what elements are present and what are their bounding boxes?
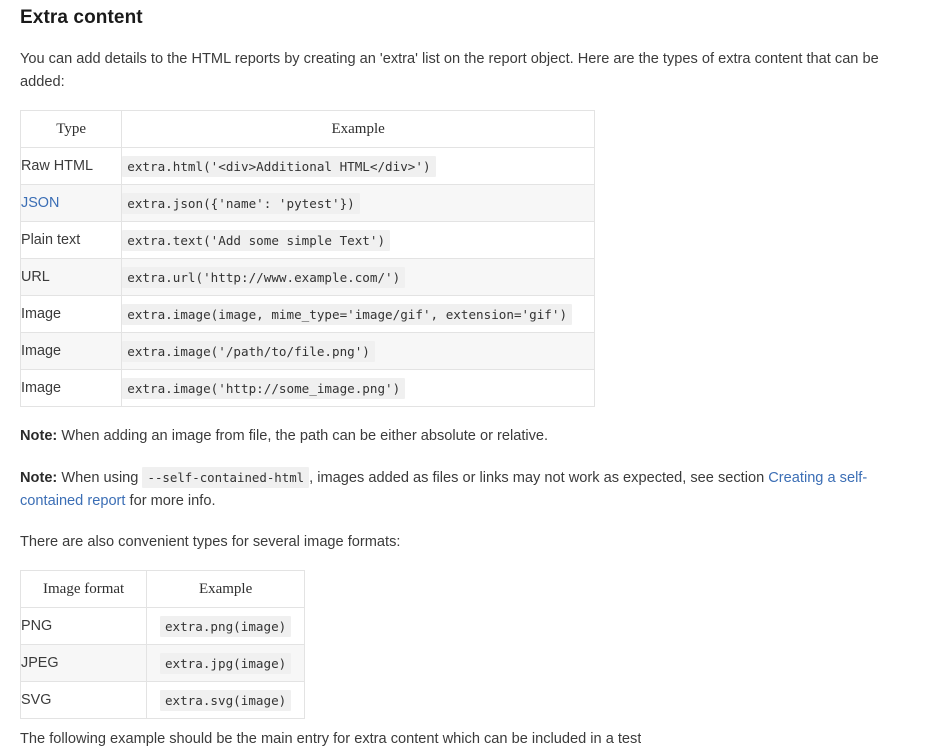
note-paragraph-two: Note: When using --self-contained-html, …: [20, 466, 890, 513]
cell-type: Plain text: [19, 221, 123, 259]
table-row: JSON extra.json({'name': 'pytest'}): [19, 184, 595, 222]
code-chip: extra.svg(image): [159, 689, 292, 711]
code-chip: extra.image(image, mime_type='image/gif'…: [122, 303, 573, 325]
cell-example: extra.image(image, mime_type='image/gif'…: [121, 295, 595, 333]
cell-example: extra.image('http://some_image.png'): [121, 369, 595, 407]
code-chip: extra.image('/path/to/file.png'): [122, 340, 375, 362]
code-chip: extra.json({'name': 'pytest'}): [122, 192, 360, 214]
cell-example: extra.svg(image): [146, 681, 305, 719]
cell-type: Raw HTML: [19, 147, 123, 185]
column-header-example: Example: [121, 110, 595, 148]
document-page: Extra content You can add details to the…: [0, 6, 947, 747]
table-row: Image extra.image(image, mime_type='imag…: [19, 295, 595, 333]
cell-example: extra.text('Add some simple Text'): [121, 221, 595, 259]
code-chip: extra.jpg(image): [159, 652, 292, 674]
cell-example: extra.url('http://www.example.com/'): [121, 258, 595, 296]
cell-type: JSON: [19, 184, 123, 222]
table-row: Plain text extra.text('Add some simple T…: [19, 221, 595, 259]
code-chip: extra.text('Add some simple Text'): [122, 229, 391, 251]
cell-type: Image: [19, 369, 123, 407]
note-text-middle: , images added as files or links may not…: [309, 470, 769, 486]
table-row: PNG extra.png(image): [19, 607, 305, 645]
table-row: URL extra.url('http://www.example.com/'): [19, 258, 595, 296]
code-chip: extra.html('<div>Additional HTML</div>'): [122, 155, 436, 177]
table-row: Image extra.image('/path/to/file.png'): [19, 332, 595, 370]
cell-format: JPEG: [19, 644, 148, 682]
code-chip: extra.png(image): [159, 615, 292, 637]
cell-type: Image: [19, 295, 123, 333]
cell-example: extra.image('/path/to/file.png'): [121, 332, 595, 370]
column-header-type: Type: [19, 110, 123, 148]
table-header-row: Type Example: [19, 110, 595, 148]
code-chip: extra.url('http://www.example.com/'): [122, 266, 406, 288]
column-header-example: Example: [146, 570, 305, 608]
note-text: When adding an image from file, the path…: [57, 428, 549, 444]
cell-example: extra.html('<div>Additional HTML</div>'): [121, 147, 595, 185]
note-text-before: When using: [57, 470, 143, 486]
table-row: SVG extra.svg(image): [19, 681, 305, 719]
formats-intro-paragraph: There are also convenient types for seve…: [20, 534, 401, 550]
table-row: JPEG extra.jpg(image): [19, 644, 305, 682]
json-link[interactable]: JSON: [21, 195, 59, 211]
table-row: Image extra.image('http://some_image.png…: [19, 369, 595, 407]
cell-format: SVG: [19, 681, 148, 719]
note-text-after: for more info.: [125, 493, 216, 509]
cell-example: extra.png(image): [146, 607, 305, 645]
note-paragraph-one: Note: When adding an image from file, th…: [20, 425, 900, 448]
cell-example: extra.jpg(image): [146, 644, 305, 682]
cell-type: Image: [19, 332, 123, 370]
image-formats-table: Image format Example PNG extra.png(image…: [19, 570, 305, 719]
page-title: Extra content: [20, 7, 143, 28]
self-contained-html-code: --self-contained-html: [142, 467, 310, 488]
intro-paragraph: You can add details to the HTML reports …: [20, 51, 879, 90]
extra-content-table: Type Example Raw HTML extra.html('<div>A…: [19, 110, 595, 407]
table-header-row: Image format Example: [19, 570, 305, 608]
table-row: Raw HTML extra.html('<div>Additional HTM…: [19, 147, 595, 185]
note-label: Note:: [20, 470, 58, 486]
code-chip: extra.image('http://some_image.png'): [122, 377, 406, 399]
cell-format: PNG: [19, 607, 148, 645]
clipped-bottom-paragraph: The following example should be the main…: [20, 731, 642, 747]
cell-type: URL: [19, 258, 123, 296]
note-label: Note:: [20, 428, 58, 444]
column-header-image-format: Image format: [19, 570, 148, 608]
cell-example: extra.json({'name': 'pytest'}): [121, 184, 595, 222]
